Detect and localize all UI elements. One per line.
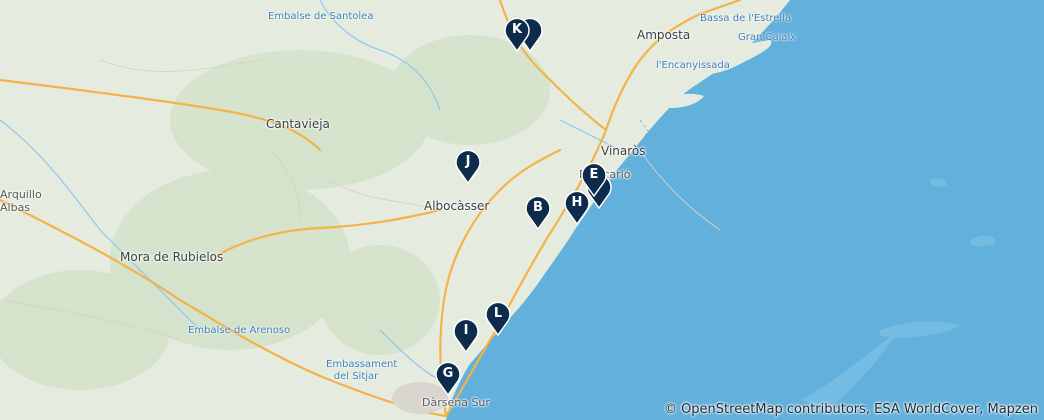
marker-label: G	[442, 366, 454, 381]
map-marker[interactable]: J	[454, 149, 482, 185]
place-label: Vinaròs	[601, 144, 646, 158]
marker-label: B	[533, 200, 543, 215]
place-label: Albocàsser	[424, 199, 490, 213]
place-label: Cantavieja	[266, 117, 330, 131]
map-marker[interactable]: L	[484, 301, 512, 337]
place-label: l'Encanyissada	[656, 60, 730, 71]
place-label: Embalse de Arenoso	[188, 325, 291, 336]
marker-label: L	[493, 306, 503, 321]
place-label: Embassament del Sitjar	[326, 359, 398, 382]
map-marker[interactable]: I	[452, 318, 480, 354]
place-label: Gran Calaix	[738, 32, 797, 43]
map-view[interactable]: Embalse de Santolea Amposta Bassa de l'E…	[0, 0, 1044, 420]
place-label: Amposta	[637, 28, 691, 42]
map-marker[interactable]: G	[434, 361, 462, 397]
map-attribution[interactable]: © OpenStreetMap contributors, ESA WorldC…	[664, 402, 1038, 417]
place-label: Arquillo	[0, 188, 42, 201]
map-marker[interactable]: B	[524, 195, 552, 231]
place-label: Bassa de l'Estrella	[700, 13, 792, 24]
map-marker[interactable]: K	[503, 17, 531, 53]
marker-label: H	[571, 195, 583, 210]
marker-label: J	[465, 154, 471, 169]
map-marker[interactable]: H	[563, 190, 591, 226]
place-label: Dàrsena Sur	[422, 396, 490, 409]
place-label: Mora de Rubielos	[120, 250, 224, 264]
marker-label: E	[589, 167, 599, 182]
map-base-layer	[0, 0, 1044, 420]
marker-label: I	[463, 323, 469, 338]
place-label: Embalse de Santolea	[268, 11, 374, 22]
marker-label: K	[511, 22, 523, 37]
place-label: Albas	[0, 201, 31, 214]
